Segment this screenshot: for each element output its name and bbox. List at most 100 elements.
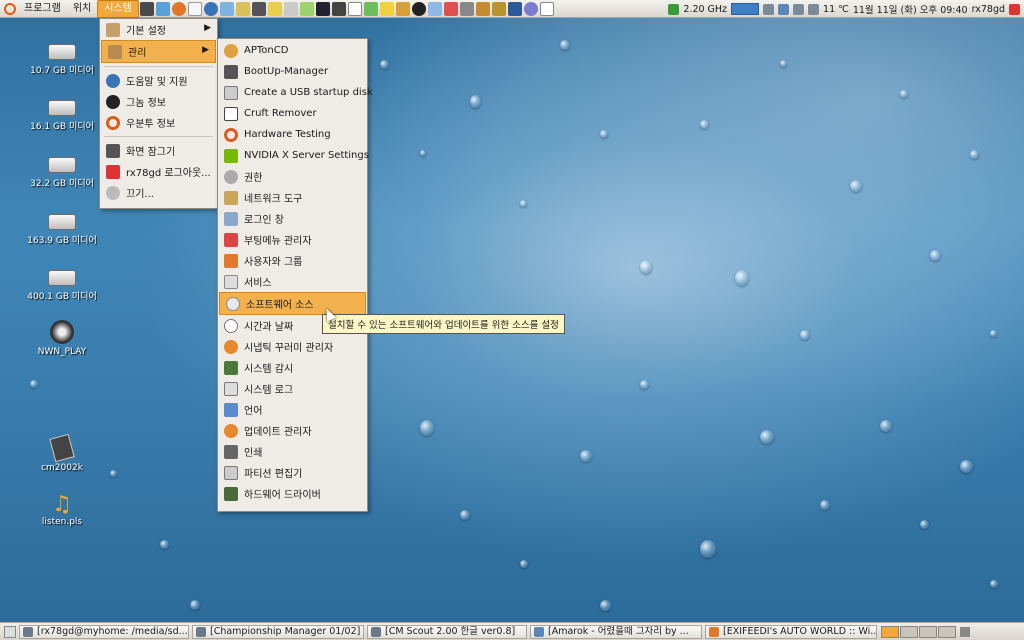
cpu-frequency[interactable]: 2.20 GHz	[683, 4, 727, 15]
power-icon[interactable]	[1009, 3, 1020, 15]
menu-item-hardware-testing[interactable]: Hardware Testing	[218, 124, 367, 145]
menu-item-language[interactable]: 언어	[218, 399, 367, 420]
menu-system[interactable]: 시스템	[97, 0, 139, 18]
menu-item-nvidia-settings[interactable]: NVIDIA X Server Settings	[218, 145, 369, 166]
browser-launcher-icon[interactable]	[219, 1, 234, 16]
menu-item-bootup-manager[interactable]: BootUp-Manager	[218, 61, 367, 82]
hardware-drivers-icon	[224, 486, 238, 501]
wine-launcher-icon[interactable]	[475, 1, 490, 16]
menu-item-hardware-drivers[interactable]: 하드웨어 드라이버	[218, 483, 367, 504]
refresh-launcher-icon[interactable]	[363, 1, 378, 16]
menu-item-permissions[interactable]: 권한	[218, 166, 367, 187]
file-launcher-icon[interactable]	[539, 1, 554, 16]
menu-item-usb-startup[interactable]: Create a USB startup disk	[218, 82, 373, 103]
workspace-1[interactable]	[881, 625, 899, 638]
hard-drive-icon	[48, 44, 76, 60]
tool-launcher-icon[interactable]	[443, 1, 458, 16]
cube-launcher-icon[interactable]	[155, 1, 170, 16]
menu-item-cruft-remover[interactable]: Cruft Remover	[218, 103, 367, 124]
taskbar-item-browser[interactable]: [EXIFEEDI's AUTO WORLD :: Wi...	[705, 624, 877, 639]
menu-item-help[interactable]: 도움말 및 지원	[100, 70, 217, 91]
boot-menu-icon	[224, 232, 238, 247]
bottom-panel: [rx78gd@myhome: /media/sd... [Championsh…	[0, 622, 1024, 640]
disc-launcher-icon[interactable]	[411, 1, 426, 16]
game2-launcher-icon[interactable]	[331, 1, 346, 16]
clock[interactable]: 11월 11일 (화) 오후 09:40	[853, 2, 968, 16]
menu-item-network-tools[interactable]: 네트워크 도구	[218, 187, 367, 208]
desktop-icon-cm2002k[interactable]: cm2002k	[22, 433, 102, 473]
camera-launcher-icon[interactable]	[251, 1, 266, 16]
monitor-icon[interactable]	[793, 3, 805, 15]
nvidia-icon	[224, 148, 238, 163]
menu-item-users-groups[interactable]: 사용자와 그룹	[218, 250, 367, 271]
battery-icon[interactable]	[668, 3, 680, 15]
terminal-launcher-icon[interactable]	[139, 1, 154, 16]
temperature[interactable]: 11 ℃	[823, 4, 849, 15]
menu-item-about-gnome[interactable]: 그놈 정보	[100, 91, 217, 112]
taskbar-item-terminal[interactable]: [rx78gd@myhome: /media/sd...	[19, 624, 189, 639]
menu-item-system-monitor[interactable]: 시스템 감시	[218, 357, 367, 378]
cruft-remover-icon	[224, 106, 238, 121]
taskbar-item-championship-manager[interactable]: [Championship Manager 01/02]	[192, 624, 364, 639]
hard-drive-icon	[48, 270, 76, 286]
notes-launcher-icon[interactable]	[267, 1, 282, 16]
globe-launcher-icon[interactable]	[507, 1, 522, 16]
desktop-icon-label: 16.1 GB 미디어	[30, 122, 94, 132]
menu-item-software-sources[interactable]: 소프트웨어 소스	[219, 292, 366, 315]
trash-icon[interactable]	[960, 626, 970, 637]
editor-launcher-icon[interactable]	[283, 1, 298, 16]
menu-item-login-window[interactable]: 로그인 창	[218, 208, 367, 229]
menu-item-label: 언어	[244, 406, 263, 417]
firefox-launcher-icon[interactable]	[171, 1, 186, 16]
menu-item-synaptic[interactable]: 시냅틱 꾸러미 관리자	[218, 336, 367, 357]
menu-item-services[interactable]: 서비스	[218, 271, 367, 292]
screen-launcher-icon[interactable]	[427, 1, 442, 16]
menu-item-boot-menu-manager[interactable]: 부팅메뉴 관리자	[218, 229, 367, 250]
desktop-icon-listen-pls[interactable]: ♫ listen.pls	[22, 494, 102, 528]
sphere-launcher-icon[interactable]	[523, 1, 538, 16]
menu-places[interactable]: 위치	[67, 1, 97, 17]
taskbar-item-amarok[interactable]: [Amarok - 어렸을때 그자리 by ...	[530, 624, 702, 639]
alien-launcher-icon[interactable]	[347, 1, 362, 16]
menu-applications[interactable]: 프로그램	[18, 1, 67, 17]
workspace-3[interactable]	[919, 625, 937, 638]
app-launcher-icon[interactable]	[235, 1, 250, 16]
cpu-monitor[interactable]	[731, 3, 760, 15]
puzzle-launcher-icon[interactable]	[491, 1, 506, 16]
menu-item-partition-editor[interactable]: 파티션 편집기	[218, 462, 367, 483]
menu-item-preferences[interactable]: 기본 설정 ▶	[100, 19, 217, 40]
volume-icon[interactable]	[808, 3, 820, 15]
taskbar-item-cm-scout[interactable]: [CM Scout 2.00 한글 ver0.8]	[367, 624, 527, 639]
desktop-icon-drive-2[interactable]: 16.1 GB 미디어	[22, 96, 102, 132]
show-desktop-icon[interactable]	[4, 625, 16, 638]
menu-item-aptoncd[interactable]: APTonCD	[218, 40, 367, 61]
user-name[interactable]: rx78gd	[972, 4, 1005, 15]
game-launcher-icon[interactable]	[315, 1, 330, 16]
workspace-4[interactable]	[938, 625, 956, 638]
desktop-icon-drive-5[interactable]: 400.1 GB 미디어	[22, 266, 102, 302]
chart-launcher-icon[interactable]	[299, 1, 314, 16]
desktop-icon-label: cm2002k	[41, 463, 83, 473]
network-icon[interactable]	[763, 3, 775, 15]
mail-launcher-icon[interactable]	[187, 1, 202, 16]
menu-item-shutdown[interactable]: 끄기...	[100, 182, 217, 203]
menu-item-system-log[interactable]: 시스템 로그	[218, 378, 367, 399]
desktop-icon-drive-4[interactable]: 163.9 GB 미디어	[22, 210, 102, 246]
menu-item-printing[interactable]: 인쇄	[218, 441, 367, 462]
menu-item-lock-screen[interactable]: 화면 잠그기	[100, 140, 217, 161]
desktop-icon-nwn-play[interactable]: NWN_PLAY	[22, 320, 102, 357]
update-icon[interactable]	[778, 3, 790, 15]
help-launcher-icon[interactable]	[203, 1, 218, 16]
desktop-icon-drive-3[interactable]: 32.2 GB 미디어	[22, 153, 102, 189]
menu-item-label: 시스템 로그	[244, 385, 294, 396]
doc-launcher-icon[interactable]	[459, 1, 474, 16]
desktop-icon-drive-1[interactable]: 10.7 GB 미디어	[22, 40, 102, 76]
player-launcher-icon[interactable]	[395, 1, 410, 16]
media-launcher-icon[interactable]	[379, 1, 394, 16]
menu-item-about-ubuntu[interactable]: 우분투 정보	[100, 112, 217, 133]
workspace-2[interactable]	[900, 625, 918, 638]
menu-item-administration[interactable]: 관리 ▶	[101, 40, 216, 63]
ubuntu-logo-icon[interactable]	[4, 2, 16, 15]
menu-item-update-manager[interactable]: 업데이트 관리자	[218, 420, 367, 441]
menu-item-logout[interactable]: rx78gd 로그아웃...	[100, 161, 217, 182]
